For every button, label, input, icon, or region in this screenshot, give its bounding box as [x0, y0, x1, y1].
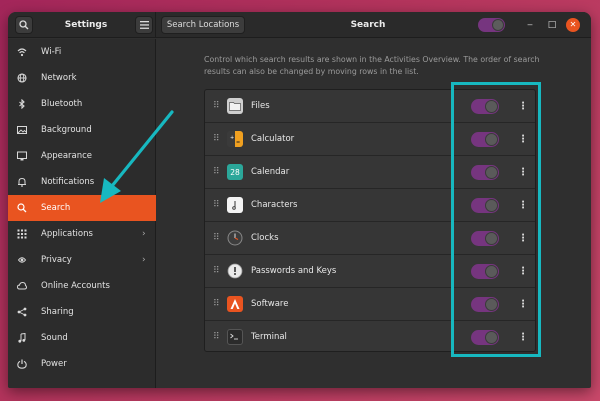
annotation-arrow [100, 110, 174, 203]
